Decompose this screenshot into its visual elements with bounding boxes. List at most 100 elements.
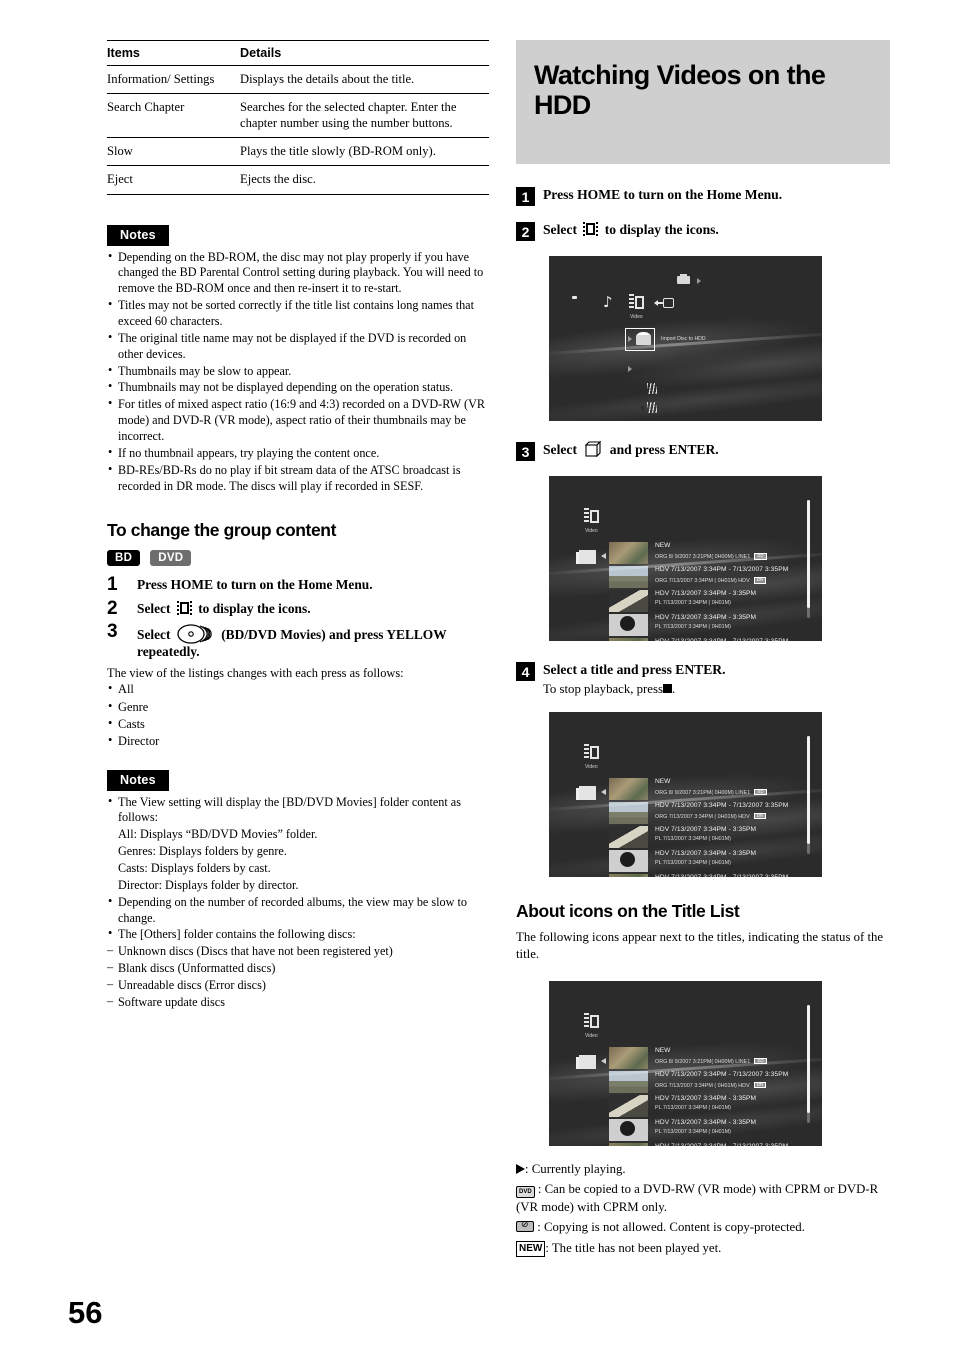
video-label: Video	[585, 1033, 598, 1040]
stop-button-icon	[662, 683, 672, 693]
list-item: All	[107, 680, 489, 698]
group-content-steps: 1 Press HOME to turn on the Home Menu. 2…	[107, 574, 489, 660]
title-rows: NEW ORG 8/ 9/2007 3:21PM( 0H00M) LINE1 SD…	[609, 1047, 814, 1147]
legend-row-playing: : Currently playing.	[516, 1160, 890, 1178]
table-row[interactable]: HDV 7/13/2007 3:34PM - 3:35PM PL 7/13/20…	[609, 614, 814, 637]
thumbnail	[609, 1047, 648, 1070]
page-number: 56	[68, 1295, 103, 1330]
row-meta: PL 7/13/2007 3:34PM ( 0H01M)	[655, 859, 731, 866]
folder-icon	[576, 1053, 597, 1070]
note-item: If no thumbnail appears, try playing the…	[107, 445, 489, 462]
notes-list-1: Depending on the BD-ROM, the disc may no…	[107, 249, 489, 495]
step-text-before: Select	[137, 600, 171, 616]
table-row[interactable]: NEW ORG 8/ 9/2007 3:21PM( 0H00M) LINE1 SD	[609, 1047, 814, 1070]
scrollbar[interactable]	[807, 500, 810, 619]
table-row[interactable]: HDV 7/13/2007 3:34PM - 7/13/2007 3:35PM …	[609, 802, 814, 825]
table-row[interactable]: HDV 7/13/2007 3:34PM - 7/13/2007 3:35PM	[609, 1143, 814, 1147]
step-text-before: Select	[543, 222, 577, 238]
new-badge: NEW	[655, 542, 671, 550]
thumbnail	[609, 566, 648, 589]
media-badges: BD DVD	[107, 548, 489, 567]
row-title: HDV 7/13/2007 3:34PM - 7/13/2007 3:35PM	[655, 566, 789, 574]
legend-row-new: NEW: The title has not been played yet.	[516, 1239, 890, 1257]
row-title: HDV 7/13/2007 3:34PM - 7/13/2007 3:35PM	[655, 802, 789, 810]
cell-item: Information/ Settings	[107, 65, 240, 95]
thumbnail	[609, 590, 648, 613]
step-number: 2	[107, 597, 118, 619]
left-column: Items Details Information/ Settings Disp…	[107, 40, 489, 1012]
table-row[interactable]: NEW ORG 8/ 9/2007 3:21PM( 0H00M) LINE1 SD	[609, 542, 814, 565]
selection-outline	[609, 778, 648, 801]
step-text-after: and press ENTER.	[609, 442, 719, 458]
title-rows: NEW ORG 8/ 9/2007 3:21PM( 0H00M) LINE1 SD…	[609, 542, 814, 642]
about-icons-intro: The following icons appear next to the t…	[516, 930, 884, 962]
table-row[interactable]: HDV 7/13/2007 3:34PM - 7/13/2007 3:35PM …	[609, 1071, 814, 1094]
video-label: Video	[630, 314, 643, 321]
note-item: Unknown discs (Discs that have not been …	[107, 943, 489, 960]
table-header-items: Items	[107, 40, 240, 66]
row-meta: PL 7/13/2007 3:34PM ( 0H01M)	[655, 1128, 731, 1135]
table-row[interactable]: HDV 7/13/2007 3:34PM - 7/13/2007 3:35PM	[609, 638, 814, 642]
copy-prohibited-icon	[516, 1220, 534, 1233]
status-chip: SD	[754, 553, 767, 560]
thumbnail	[609, 1119, 648, 1142]
video-label: Video	[585, 528, 598, 535]
page-title: Watching Videos on the HDD	[534, 60, 826, 121]
title-list-screenshot-1: Video NEW ORG 8/ 9/2007 3:21PM( 0H00M) L…	[549, 476, 822, 642]
note-item: Software update discs	[107, 994, 489, 1011]
table-row[interactable]: HDV 7/13/2007 3:34PM - 3:35PM PL 7/13/20…	[609, 590, 814, 613]
step-number: 4	[516, 662, 535, 682]
legend-text: : Copying is not allowed. Content is cop…	[537, 1220, 805, 1235]
step-1: 1 Press HOME to turn on the Home Menu.	[516, 186, 890, 207]
scrollbar[interactable]	[807, 1005, 810, 1124]
table-header-details: Details	[240, 40, 489, 66]
music-icon: ♪	[603, 293, 613, 312]
table-row[interactable]: NEW ORG 8/ 9/2007 3:21PM( 0H00M) LINE1 SD	[609, 778, 814, 801]
notes-label: Notes	[107, 224, 169, 246]
thumbnail	[609, 1143, 648, 1147]
note-item: Titles may not be sorted correctly if th…	[107, 297, 489, 330]
section-heading-group-content: To change the group content	[107, 520, 337, 541]
copy-to-dvd-icon: DVD	[516, 1186, 535, 1198]
step-text: Press HOME to turn on the Home Menu.	[543, 187, 783, 203]
list-item: Director	[107, 732, 489, 750]
row-meta: ORG 7/13/2007 3:34PM ( 0H01M) HDV	[655, 1082, 750, 1089]
status-chip: SD	[754, 788, 767, 796]
table-row[interactable]: HDV 7/13/2007 3:34PM - 7/13/2007 3:35PM …	[609, 566, 814, 589]
row-title: HDV 7/13/2007 3:34PM - 3:35PM	[655, 850, 757, 858]
chevron-right-icon	[628, 366, 632, 373]
note-item: All: Displays “BD/DVD Movies” folder.	[118, 827, 318, 842]
cell-item: Search Chapter	[107, 93, 240, 139]
film-strip-icon	[583, 222, 599, 237]
legend-row-no-copy: : Copying is not allowed. Content is cop…	[516, 1218, 890, 1236]
table-row: Information/ Settings Displays the detai…	[107, 65, 489, 95]
thumbnail	[609, 1095, 648, 1118]
title-list-screenshot-2: Video NEW ORG 8/ 9/2007 3:21PM( 0H00M) L…	[549, 712, 822, 878]
notes-label-2: Notes	[107, 769, 169, 791]
step-subtext: To stop playback, press	[543, 681, 663, 696]
row-meta: PL 7/13/2007 3:34PM ( 0H01M)	[655, 1104, 731, 1111]
row-meta: PL 7/13/2007 3:34PM ( 0H01M)	[655, 835, 731, 842]
note-item: The [Others] folder contains the followi…	[107, 926, 489, 943]
cell-detail: Ejects the disc.	[240, 165, 489, 195]
xmb-home-menu-screenshot: ♪ Video Import Disc to HDD	[549, 256, 822, 422]
scrollbar[interactable]	[807, 736, 810, 855]
table-row[interactable]: HDV 7/13/2007 3:34PM - 3:35PM PL 7/13/20…	[609, 1095, 814, 1118]
note-item: Unreadable discs (Error discs)	[107, 977, 489, 994]
step-text-before: Select	[543, 442, 577, 458]
thumbnail	[609, 638, 648, 642]
table-row[interactable]: HDV 7/13/2007 3:34PM - 3:35PM PL 7/13/20…	[609, 1119, 814, 1142]
section-heading-about-icons: About icons on the Title List	[516, 901, 740, 922]
row-meta: ORG 7/13/2007 3:34PM ( 0H01M) HDV	[655, 578, 750, 585]
table-row[interactable]: HDV 7/13/2007 3:34PM - 7/13/2007 3:35PM	[609, 874, 814, 878]
thumbnail	[609, 850, 648, 873]
table-row[interactable]: HDV 7/13/2007 3:34PM - 3:35PM PL 7/13/20…	[609, 850, 814, 873]
row-meta: PL 7/13/2007 3:34PM ( 0H01M)	[655, 624, 731, 631]
step-number: 2	[516, 222, 535, 242]
manual-page: Items Details Information/ Settings Disp…	[0, 0, 954, 1351]
cell-detail: Displays the details about the title.	[240, 65, 489, 95]
status-chip: DR	[753, 577, 767, 584]
row-title: HDV 7/13/2007 3:34PM - 3:35PM	[655, 826, 757, 834]
table-row: Search Chapter Searches for the selected…	[107, 93, 489, 139]
table-row[interactable]: HDV 7/13/2007 3:34PM - 3:35PM PL 7/13/20…	[609, 826, 814, 849]
